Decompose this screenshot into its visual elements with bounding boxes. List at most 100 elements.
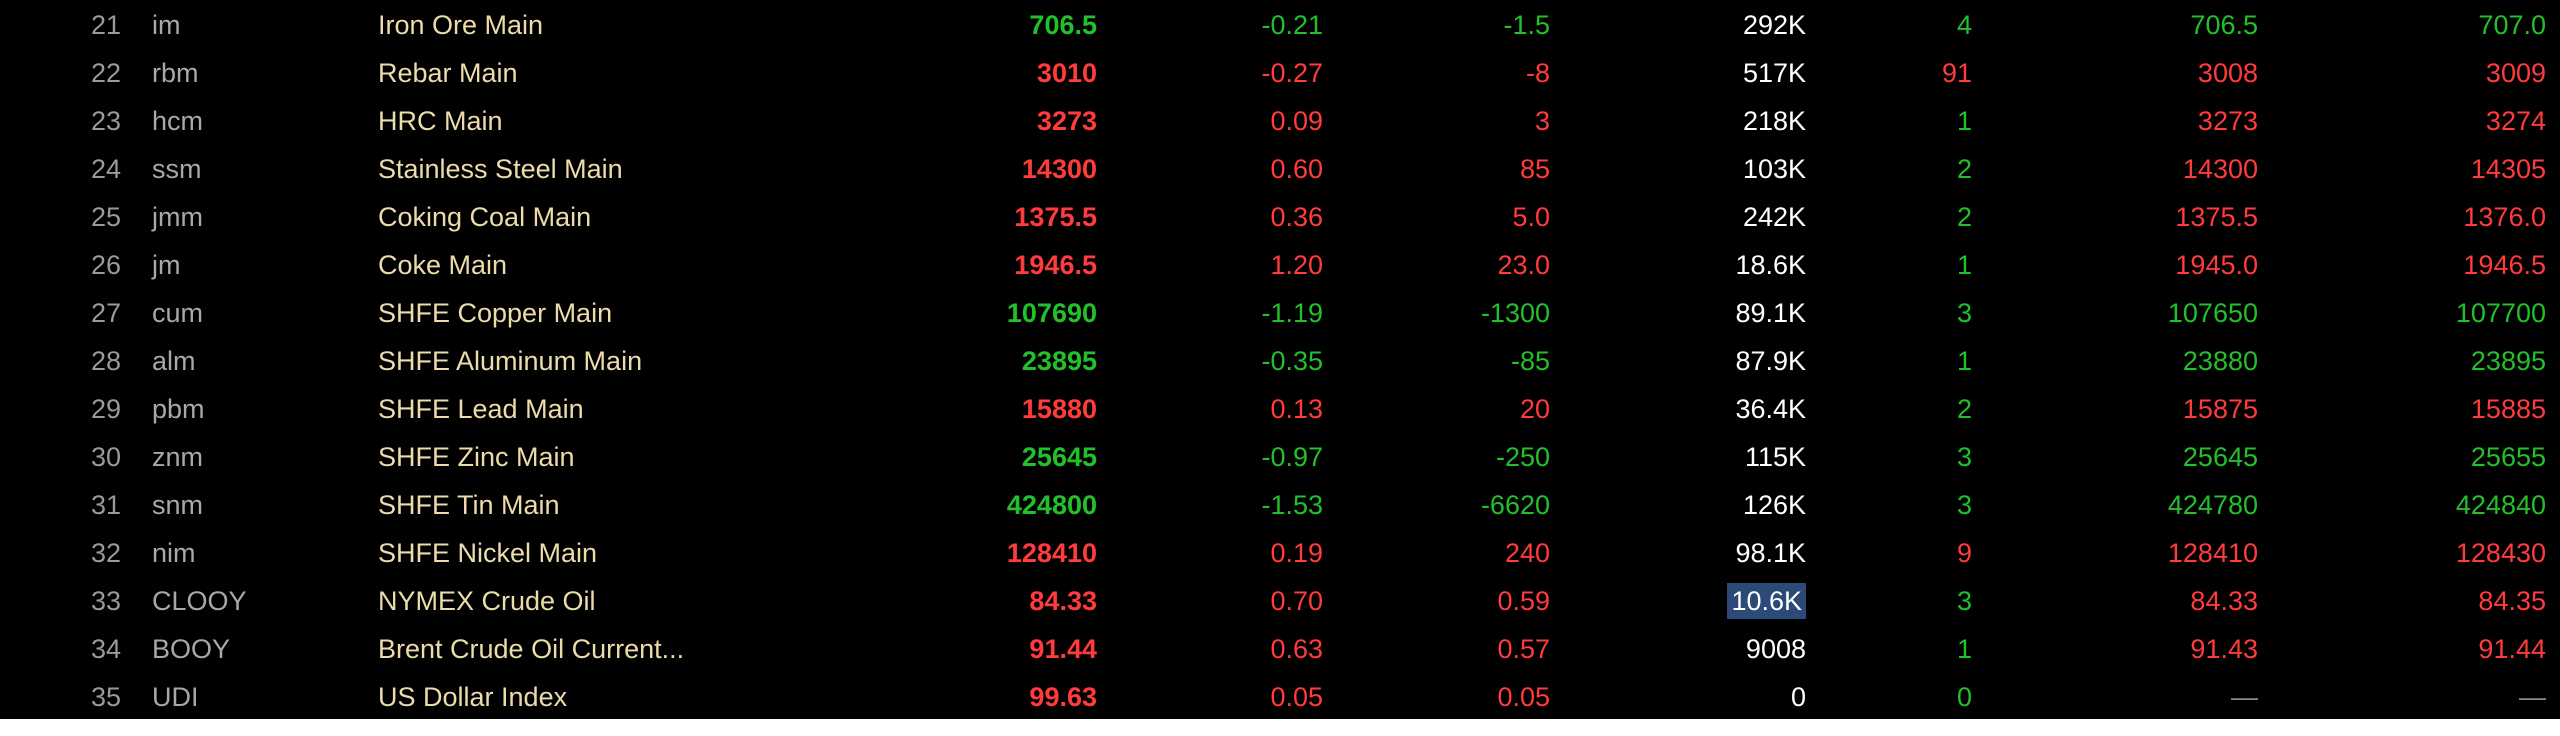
table-row[interactable]: 30 znm SHFE Zinc Main 25645 -0.97 -250 115K 3 25… [0, 433, 2560, 481]
instrument-name: SHFE Tin Main [378, 490, 560, 520]
instrument-name: SHFE Aluminum Main [378, 346, 643, 376]
bid-price: 14300 [2182, 154, 2258, 184]
table-row[interactable]: 33 CLOOY NYMEX Crude Oil 84.33 0.70 0.59 10.6K… [0, 577, 2560, 625]
table-row[interactable]: 35 UDI US Dollar Index 99.63 0.05 0.05 0 0 — — [0, 673, 2560, 721]
table-row[interactable]: 27 cum SHFE Copper Main 107690 -1.19 -1300 89.… [0, 289, 2560, 337]
volume: 18.6K [1735, 250, 1806, 280]
table-row[interactable]: 31 snm SHFE Tin Main 424800 -1.53 -6620 126K 3 4… [0, 481, 2560, 529]
tick-count: 2 [1956, 154, 1972, 184]
symbol-code: rbm [152, 58, 199, 88]
change-percent: -1.19 [1261, 298, 1323, 328]
change-percent: -0.27 [1261, 58, 1323, 88]
change-amount: 23.0 [1497, 250, 1550, 280]
ask-price: — [2519, 682, 2546, 712]
row-index: 29 [90, 394, 121, 424]
symbol-code: jmm [152, 202, 203, 232]
change-percent: 0.13 [1270, 394, 1323, 424]
table-row[interactable]: 24 ssm Stainless Steel Main 14300 0.60 85 103K… [0, 145, 2560, 193]
volume: 98.1K [1735, 538, 1806, 568]
change-amount: -1.5 [1503, 10, 1550, 40]
table-row[interactable]: 28 alm SHFE Aluminum Main 23895 -0.35 -85 87.9… [0, 337, 2560, 385]
instrument-name: SHFE Nickel Main [378, 538, 598, 568]
change-percent: -0.35 [1261, 346, 1323, 376]
table-row[interactable]: 34 BOOY Brent Crude Oil Current... 91.44 0.6… [0, 625, 2560, 673]
ask-price: 14305 [2470, 154, 2546, 184]
row-index: 32 [90, 538, 121, 568]
ask-price: 23895 [2470, 346, 2546, 376]
symbol-code: nim [152, 538, 196, 568]
instrument-name: Brent Crude Oil Current... [378, 634, 685, 664]
change-amount: 240 [1504, 538, 1550, 568]
last-price: 84.33 [1029, 586, 1097, 616]
instrument-name: US Dollar Index [378, 682, 568, 712]
instrument-name: SHFE Zinc Main [378, 442, 575, 472]
symbol-code: alm [152, 346, 196, 376]
change-percent: 0.19 [1270, 538, 1323, 568]
row-index: 30 [90, 442, 121, 472]
ask-price: 3274 [2485, 106, 2546, 136]
symbol-code: im [152, 10, 181, 40]
change-amount: -250 [1495, 442, 1550, 472]
table-row[interactable]: 32 nim SHFE Nickel Main 128410 0.19 240 98.1K 9… [0, 529, 2560, 577]
last-price: 706.5 [1029, 10, 1097, 40]
symbol-code: UDI [152, 682, 199, 712]
bid-price: 107650 [2167, 298, 2258, 328]
change-amount: 0.05 [1497, 682, 1550, 712]
ask-price: 91.44 [2478, 634, 2546, 664]
change-amount: -85 [1510, 346, 1550, 376]
row-index: 35 [90, 682, 121, 712]
table-row[interactable]: 26 jm Coke Main 1946.5 1.20 23.0 18.6K 1 1945.0 1… [0, 241, 2560, 289]
bid-price: 23880 [2182, 346, 2258, 376]
tick-count: 91 [1941, 58, 1972, 88]
change-amount: 0.57 [1497, 634, 1550, 664]
volume: 115K [1744, 442, 1806, 472]
change-percent: 0.63 [1270, 634, 1323, 664]
change-percent: 0.60 [1270, 154, 1323, 184]
tick-count: 0 [1956, 682, 1972, 712]
volume: 126K [1742, 490, 1806, 520]
bid-price: 15875 [2182, 394, 2258, 424]
tick-count: 2 [1956, 202, 1972, 232]
instrument-name: Iron Ore Main [378, 10, 544, 40]
change-amount: 5.0 [1512, 202, 1550, 232]
last-price: 1375.5 [1014, 202, 1097, 232]
last-price: 107690 [1006, 298, 1097, 328]
ask-price: 25655 [2470, 442, 2546, 472]
change-percent: 1.20 [1270, 250, 1323, 280]
instrument-name: Stainless Steel Main [378, 154, 623, 184]
symbol-code: ssm [152, 154, 202, 184]
table-row[interactable]: 25 jmm Coking Coal Main 1375.5 0.36 5.0 242K 2 1… [0, 193, 2560, 241]
instrument-name: NYMEX Crude Oil [378, 586, 596, 616]
volume: 103K [1742, 154, 1806, 184]
table-row[interactable]: 23 hcm HRC Main 3273 0.09 3 218K 1 3273 3274 [0, 97, 2560, 145]
row-index: 23 [90, 106, 121, 136]
volume: 517K [1742, 58, 1806, 88]
change-percent: 0.70 [1270, 586, 1323, 616]
ask-price: 107700 [2455, 298, 2546, 328]
volume-selected[interactable]: 10.6K [1727, 583, 1806, 619]
row-index: 25 [90, 202, 121, 232]
change-percent: 0.36 [1270, 202, 1323, 232]
bid-price: 706.5 [2190, 10, 2258, 40]
volume: 292K [1742, 10, 1806, 40]
last-price: 14300 [1021, 154, 1097, 184]
table-row[interactable]: 21 im Iron Ore Main 706.5 -0.21 -1.5 292K 4 706.… [0, 1, 2560, 49]
ask-price: 1376.0 [2463, 202, 2546, 232]
table-row[interactable]: 29 pbm SHFE Lead Main 15880 0.13 20 36.4K 2 1587… [0, 385, 2560, 433]
row-index: 22 [90, 58, 121, 88]
bid-price: 91.43 [2190, 634, 2258, 664]
volume: 87.9K [1735, 346, 1806, 376]
volume: 9008 [1745, 634, 1806, 664]
volume: 10.6K [1600, 577, 1806, 625]
tick-count: 1 [1956, 634, 1972, 664]
change-amount: 3 [1534, 106, 1550, 136]
row-index: 27 [90, 298, 121, 328]
row-index: 26 [90, 250, 121, 280]
last-price: 91.44 [1029, 634, 1097, 664]
bid-price: 3273 [2197, 106, 2258, 136]
ask-price: 128430 [2455, 538, 2546, 568]
symbol-code: hcm [152, 106, 204, 136]
ask-price: 1946.5 [2463, 250, 2546, 280]
table-row[interactable]: 22 rbm Rebar Main 3010 -0.27 -8 517K 91 3008 3009 [0, 49, 2560, 97]
instrument-name: Coking Coal Main [378, 202, 592, 232]
